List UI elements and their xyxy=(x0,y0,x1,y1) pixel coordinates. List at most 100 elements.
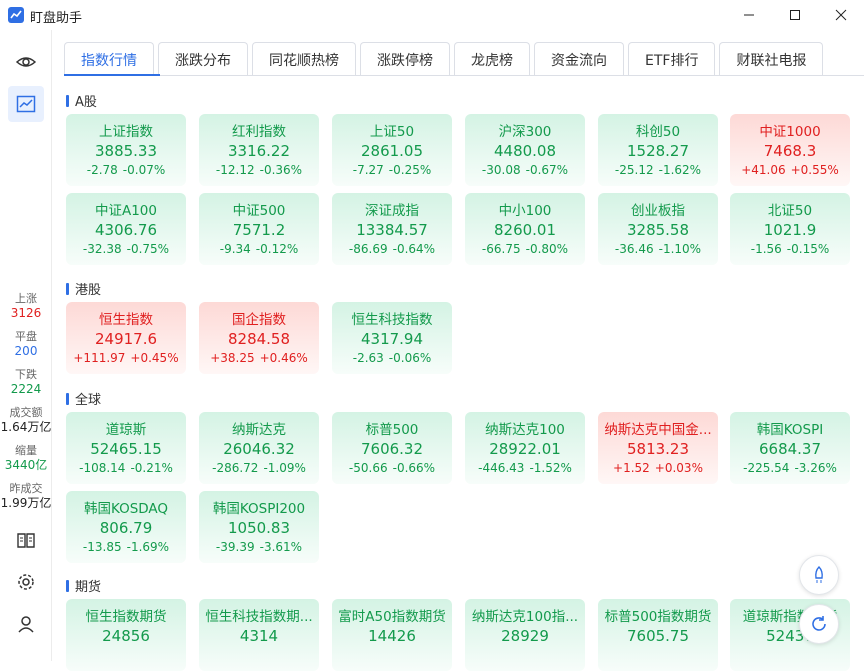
index-price: 28922.01 xyxy=(489,440,561,458)
index-card[interactable]: 中证1000 7468.3 +41.06 +0.55% xyxy=(730,114,850,186)
index-card[interactable]: 上证指数 3885.33 -2.78 -0.07% xyxy=(66,114,186,186)
index-change: -25.12 xyxy=(614,163,654,177)
index-card[interactable]: 恒生科技指数期... 4314 xyxy=(199,599,319,671)
rocket-button[interactable] xyxy=(799,555,839,595)
index-name: 标普500 xyxy=(365,422,419,438)
stat-label: 缩量 xyxy=(15,444,37,457)
index-change: -446.43 xyxy=(478,461,525,475)
index-price: 4306.76 xyxy=(94,221,158,239)
index-change-row: -36.46 -1.10% xyxy=(598,242,718,256)
index-card[interactable]: 韩国KOSDAQ 806.79 -13.85 -1.69% xyxy=(66,491,186,563)
index-change: -9.34 xyxy=(219,242,251,256)
index-price: 1050.83 xyxy=(227,519,291,537)
index-card[interactable]: 恒生科技指数 4317.94 -2.63 -0.06% xyxy=(332,302,452,374)
index-change: -39.39 xyxy=(215,540,255,554)
watch-eye-icon[interactable] xyxy=(8,44,44,80)
section-marker xyxy=(66,282,69,295)
tab-bar: 指数行情 涨跌分布 同花顺热榜 涨跌停榜 龙虎榜 资金流向 ETF排行 财联社电报 xyxy=(64,42,827,76)
index-change-row: +1.52 +0.03% xyxy=(598,461,718,475)
index-change-row: -1.56 -0.15% xyxy=(730,242,850,256)
index-change: -30.08 xyxy=(481,163,521,177)
active-tab-indicator xyxy=(64,74,160,76)
index-name: 道琼斯 xyxy=(105,422,147,438)
index-card[interactable]: 创业板指 3285.58 -36.46 -1.10% xyxy=(598,193,718,265)
index-card[interactable]: 韩国KOSPI200 1050.83 -39.39 -3.61% xyxy=(199,491,319,563)
book-icon[interactable] xyxy=(8,522,44,558)
index-change-pct: +0.03% xyxy=(654,461,703,475)
index-name: 沪深300 xyxy=(498,124,552,140)
index-name: 国企指数 xyxy=(232,312,286,328)
stat-label: 成交额 xyxy=(9,406,43,419)
section-header: 期货 xyxy=(66,576,101,595)
index-card[interactable]: 国企指数 8284.58 +38.25 +0.46% xyxy=(199,302,319,374)
index-change-pct: -0.07% xyxy=(122,163,166,177)
tab-4[interactable]: 龙虎榜 xyxy=(454,42,530,76)
index-card[interactable]: 红利指数 3316.22 -12.12 -0.36% xyxy=(199,114,319,186)
index-card[interactable]: 沪深300 4480.08 -30.08 -0.67% xyxy=(465,114,585,186)
index-change-row: -66.75 -0.80% xyxy=(465,242,585,256)
index-card[interactable]: 北证50 1021.9 -1.56 -0.15% xyxy=(730,193,850,265)
index-change-pct: -0.80% xyxy=(525,242,569,256)
settings-gear-icon[interactable] xyxy=(8,564,44,600)
section-header: A股 xyxy=(66,91,97,110)
index-change-pct: -1.09% xyxy=(263,461,306,475)
index-card[interactable]: 富时A50指数期货 14426 xyxy=(332,599,452,671)
index-name: 恒生指数期货 xyxy=(85,609,167,625)
stat-value: 3440亿 xyxy=(4,458,48,472)
index-card[interactable]: 中小100 8260.01 -66.75 -0.80% xyxy=(465,193,585,265)
index-card[interactable]: 恒生指数期货 24856 xyxy=(66,599,186,671)
section-header: 港股 xyxy=(66,279,101,298)
index-price: 24856 xyxy=(102,627,150,645)
close-button[interactable] xyxy=(818,0,864,30)
index-name: 中小100 xyxy=(498,203,552,219)
user-icon[interactable] xyxy=(8,606,44,642)
tab-1[interactable]: 涨跌分布 xyxy=(158,42,248,76)
index-card[interactable]: 道琼斯 52465.15 -108.14 -0.21% xyxy=(66,412,186,484)
tab-7[interactable]: 财联社电报 xyxy=(719,42,824,76)
index-card[interactable]: 标普500指数期货 7605.75 xyxy=(598,599,718,671)
index-change-row: -50.66 -0.66% xyxy=(332,461,452,475)
index-card[interactable]: 韩国KOSPI 6684.37 -225.54 -3.26% xyxy=(730,412,850,484)
stat-label: 平盘 xyxy=(15,330,37,343)
index-change-row xyxy=(598,648,718,662)
index-change-row xyxy=(66,648,186,662)
stat-item: 平盘 200 xyxy=(0,330,52,358)
index-card[interactable]: 标普500 7606.32 -50.66 -0.66% xyxy=(332,412,452,484)
tab-5[interactable]: 资金流向 xyxy=(534,42,624,76)
index-change-row xyxy=(199,648,319,662)
index-card[interactable]: 上证50 2861.05 -7.27 -0.25% xyxy=(332,114,452,186)
index-change-row: -30.08 -0.67% xyxy=(465,163,585,177)
index-price: 8260.01 xyxy=(493,221,557,239)
maximize-button[interactable] xyxy=(772,0,818,30)
index-card[interactable]: 纳斯达克100指... 28929 xyxy=(465,599,585,671)
index-name: 标普500指数期货 xyxy=(604,609,712,625)
market-chart-icon[interactable] xyxy=(8,86,44,122)
index-change: +1.52 xyxy=(613,461,650,475)
tab-0[interactable]: 指数行情 xyxy=(64,42,154,76)
index-card[interactable]: 恒生指数 24917.6 +111.97 +0.45% xyxy=(66,302,186,374)
tab-6[interactable]: ETF排行 xyxy=(628,42,716,76)
index-change-pct: -0.67% xyxy=(525,163,569,177)
index-name: 韩国KOSPI200 xyxy=(212,501,306,517)
index-price: 52465.15 xyxy=(90,440,162,458)
tab-3[interactable]: 涨跌停榜 xyxy=(360,42,450,76)
index-change-row xyxy=(730,648,850,662)
index-change-row: -12.12 -0.36% xyxy=(199,163,319,177)
index-change-pct: +0.45% xyxy=(130,351,179,365)
refresh-button[interactable] xyxy=(799,604,839,644)
index-change-pct: -0.36% xyxy=(259,163,303,177)
index-card[interactable]: 中证500 7571.2 -9.34 -0.12% xyxy=(199,193,319,265)
stat-label: 上涨 xyxy=(15,292,37,305)
index-card[interactable]: 科创50 1528.27 -25.12 -1.62% xyxy=(598,114,718,186)
index-change: -13.85 xyxy=(82,540,122,554)
index-price: 7606.32 xyxy=(360,440,424,458)
index-card[interactable]: 纳斯达克 26046.32 -286.72 -1.09% xyxy=(199,412,319,484)
index-card[interactable]: 纳斯达克100 28922.01 -446.43 -1.52% xyxy=(465,412,585,484)
index-card[interactable]: 深证成指 13384.57 -86.69 -0.64% xyxy=(332,193,452,265)
index-card[interactable]: 纳斯达克中国金... 5813.23 +1.52 +0.03% xyxy=(598,412,718,484)
tab-2[interactable]: 同花顺热榜 xyxy=(252,42,356,76)
index-change-row: -13.85 -1.69% xyxy=(66,540,186,554)
minimize-button[interactable] xyxy=(726,0,772,30)
index-price: 6684.37 xyxy=(758,440,822,458)
index-card[interactable]: 中证A100 4306.76 -32.38 -0.75% xyxy=(66,193,186,265)
